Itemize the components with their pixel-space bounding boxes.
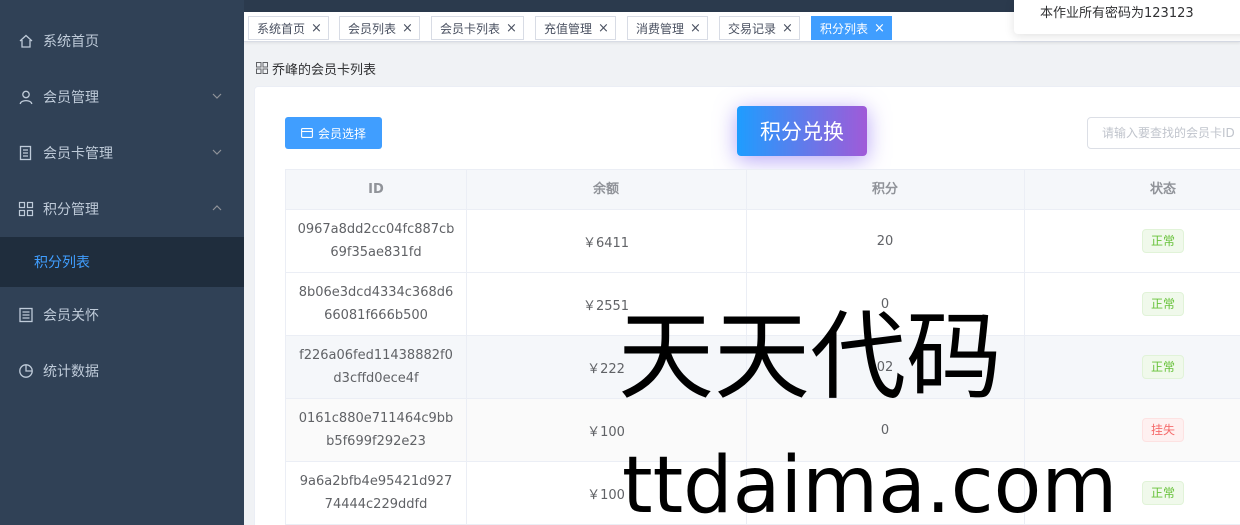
column-header-status: 状态	[1149, 182, 1176, 197]
search-input[interactable]	[1087, 117, 1240, 149]
tab-recharge[interactable]: 充值管理 ×	[535, 16, 616, 40]
sidebar-item-label: 积分管理	[43, 202, 99, 218]
cell-points: 20	[876, 233, 894, 249]
list-icon	[19, 307, 33, 323]
sidebar-item-card-management[interactable]: 会员卡管理	[0, 125, 244, 181]
tab-label: 积分列表	[820, 21, 869, 36]
sidebar-subitem-label: 积分列表	[34, 255, 90, 271]
cell-id: 9a6a2bfb4e95421d92774444c229ddfd	[299, 474, 453, 512]
cell-id: 8b06e3dcd4334c368d666081f666b500	[298, 285, 454, 323]
close-icon[interactable]: ×	[311, 21, 322, 36]
tab-points-list[interactable]: 积分列表 ×	[811, 16, 892, 40]
chevron-down-icon	[212, 149, 222, 155]
cell-id: 0967a8dd2cc04fc887cb69f35ae831fd	[297, 222, 455, 260]
cell-id: f226a06fed11438882f0d3cffd0ece4f	[299, 348, 453, 386]
sidebar-item-member-management[interactable]: 会员管理	[0, 69, 244, 125]
document-icon	[19, 145, 32, 161]
tab-transactions[interactable]: 交易记录 ×	[719, 16, 800, 40]
sidebar-item-label: 会员关怀	[43, 308, 99, 324]
chevron-up-icon	[212, 205, 222, 211]
tab-system-home[interactable]: 系统首页 ×	[248, 16, 329, 40]
column-header-points: 积分	[871, 182, 898, 197]
tab-label: 交易记录	[728, 21, 777, 36]
sidebar-item-label: 会员卡管理	[43, 146, 113, 162]
sidebar: 系统首页 会员管理 会员卡管理 积分管理 积分列表 会员关怀 统计数据	[0, 0, 244, 525]
breadcrumb-text: 乔峰的会员卡列表	[272, 62, 377, 78]
table-header: ID 余额 积分 状态	[285, 169, 1240, 210]
cell-status: 正常	[1024, 210, 1240, 272]
sidebar-item-label: 统计数据	[43, 364, 99, 380]
tab-consumption[interactable]: 消费管理 ×	[627, 16, 708, 40]
close-icon[interactable]: ×	[402, 21, 413, 36]
tab-label: 系统首页	[257, 21, 306, 36]
member-select-label: 会员选择	[317, 126, 366, 141]
table-row[interactable]: 0967a8dd2cc04fc887cb69f35ae831fd ￥6411 2…	[285, 210, 1240, 273]
tab-label: 会员列表	[348, 21, 397, 36]
notice-popup: 本作业所有密码为123123	[1014, 0, 1240, 34]
sidebar-item-member-care[interactable]: 会员关怀	[0, 287, 244, 343]
credit-card-icon	[301, 128, 313, 138]
grid-icon	[256, 62, 268, 74]
status-badge: 正常	[1141, 229, 1184, 253]
close-icon[interactable]: ×	[782, 21, 793, 36]
sidebar-item-label: 会员管理	[43, 90, 99, 106]
cell-status: 正常	[1024, 336, 1240, 398]
close-icon[interactable]: ×	[598, 21, 609, 36]
cell-id: 0161c880e711464c9bbb5f699f292e23	[298, 411, 454, 449]
status-badge: 挂失	[1141, 418, 1184, 442]
user-icon	[19, 90, 33, 105]
tab-label: 充值管理	[544, 21, 593, 36]
watermark-text-cn: 天天代码	[618, 301, 1002, 413]
status-badge: 正常	[1141, 355, 1184, 379]
tab-label: 会员卡列表	[440, 21, 501, 36]
sidebar-item-home[interactable]: 系统首页	[0, 13, 244, 69]
notice-text: 本作业所有密码为123123	[1040, 6, 1194, 21]
chevron-down-icon	[212, 93, 222, 99]
points-exchange-label: 积分兑换	[760, 120, 844, 144]
sidebar-subitem-points-list[interactable]: 积分列表	[0, 237, 244, 287]
cell-status: 正常	[1024, 273, 1240, 335]
home-icon	[19, 34, 33, 48]
breadcrumb: 乔峰的会员卡列表	[256, 58, 376, 78]
sidebar-item-label: 系统首页	[43, 34, 99, 50]
status-badge: 正常	[1141, 292, 1184, 316]
cell-balance: ￥6411	[582, 235, 630, 251]
column-header-id: ID	[368, 182, 384, 197]
close-icon[interactable]: ×	[506, 21, 517, 36]
grid-icon	[18, 201, 34, 217]
column-header-balance: 余额	[592, 182, 619, 197]
sidebar-item-points-management[interactable]: 积分管理	[0, 181, 244, 237]
tab-card-list[interactable]: 会员卡列表 ×	[431, 16, 524, 40]
points-exchange-button[interactable]: 积分兑换	[737, 106, 867, 156]
member-select-button[interactable]: 会员选择	[285, 117, 382, 149]
close-icon[interactable]: ×	[690, 21, 701, 36]
close-icon[interactable]: ×	[874, 21, 885, 36]
pie-chart-icon	[19, 364, 33, 378]
watermark-text-en: ttdaima.com	[622, 441, 1118, 525]
tab-label: 消费管理	[636, 21, 685, 36]
sidebar-item-statistics[interactable]: 统计数据	[0, 343, 244, 399]
status-badge: 正常	[1141, 481, 1184, 505]
tab-member-list[interactable]: 会员列表 ×	[339, 16, 420, 40]
